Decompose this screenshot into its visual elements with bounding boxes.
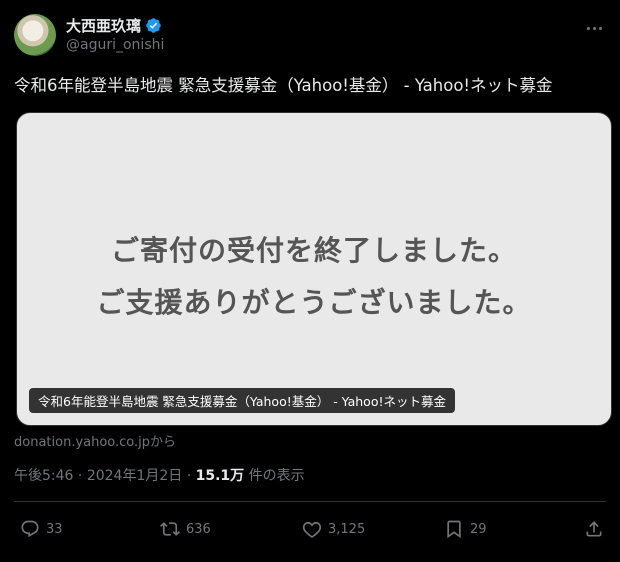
card-message-line2: ご支援ありがとうございました。	[96, 286, 532, 319]
reply-icon	[21, 520, 39, 538]
bookmark-count: 29	[470, 521, 487, 537]
author-handle[interactable]: @aguri_onishi	[66, 37, 164, 53]
action-bar: 33 636 3,125 29	[14, 512, 606, 546]
repost-button[interactable]: 636	[160, 512, 211, 546]
author-name-row[interactable]: 大西亜玖璃	[66, 15, 162, 36]
repost-icon	[160, 522, 180, 536]
meta-separator: ·	[77, 468, 83, 484]
tweet-header: 大西亜玖璃 @aguri_onishi	[14, 14, 606, 58]
author-name[interactable]: 大西亜玖璃	[66, 15, 141, 36]
link-card[interactable]: ご寄付の受付を終了しました。 ご支援ありがとうございました。 令和6年能登半島地…	[16, 112, 612, 426]
repost-count: 636	[186, 521, 211, 537]
share-button[interactable]	[584, 512, 604, 546]
share-icon	[586, 521, 602, 537]
card-message: ご寄付の受付を終了しました。 ご支援ありがとうございました。	[17, 225, 611, 329]
like-button[interactable]: 3,125	[302, 512, 365, 546]
bookmark-button[interactable]: 29	[444, 512, 487, 546]
more-options-icon[interactable]	[582, 16, 606, 40]
views-count[interactable]: 15.1万	[196, 468, 245, 484]
tweet-date[interactable]: 2024年1月2日	[87, 468, 182, 484]
card-message-line1: ご寄付の受付を終了しました。	[110, 234, 517, 267]
tweet-text: 令和6年能登半島地震 緊急支援募金（Yahoo!基金） - Yahoo!ネット募…	[14, 76, 553, 95]
tweet-meta: 午後5:46 · 2024年1月2日 · 15.1万 件の表示	[14, 465, 305, 485]
avatar[interactable]	[14, 14, 56, 56]
verified-badge-icon	[146, 18, 161, 33]
reply-count: 33	[46, 521, 63, 537]
heart-icon	[302, 521, 322, 538]
bookmark-icon	[447, 520, 461, 539]
meta-separator: ·	[186, 468, 192, 484]
tweet-time[interactable]: 午後5:46	[14, 468, 73, 484]
views-label: 件の表示	[248, 468, 305, 484]
like-count: 3,125	[328, 521, 366, 537]
reply-button[interactable]: 33	[20, 512, 63, 546]
card-title: 令和6年能登半島地震 緊急支援募金（Yahoo!基金） - Yahoo!ネット募…	[29, 388, 455, 413]
divider	[14, 501, 606, 502]
card-source[interactable]: donation.yahoo.co.jpから	[14, 431, 176, 450]
